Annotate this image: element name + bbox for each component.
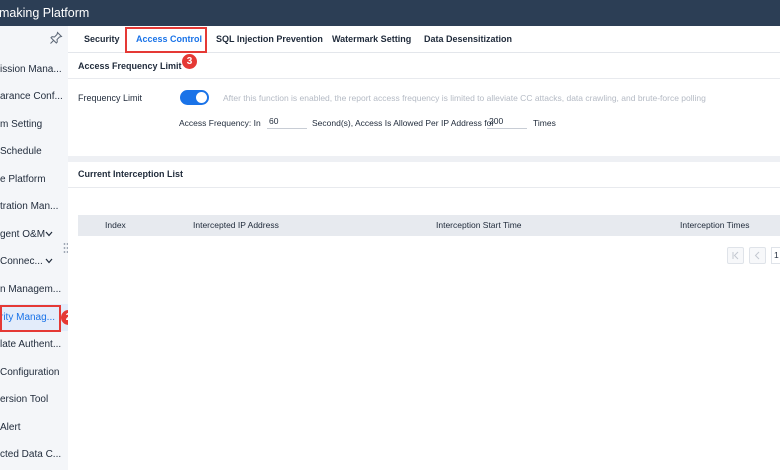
sidebar-item-label: late Authent... [0, 339, 62, 350]
sidebar-item-template-authentication[interactable]: late Authent... [0, 331, 68, 358]
prev-page-button[interactable] [749, 247, 766, 264]
sidebar-item-label: tration Man... [0, 201, 59, 212]
sidebar-item-connection[interactable]: Connec... [0, 248, 68, 275]
sidebar-item-label: Alert [0, 422, 21, 433]
first-page-icon [732, 251, 739, 260]
sidebar-item-label: gent O&M [0, 229, 46, 240]
sidebar-item-alert[interactable]: Alert [0, 414, 68, 441]
sidebar-item-permission-management[interactable]: ission Mana... [0, 56, 68, 83]
column-header-times: Interception Times [680, 220, 750, 230]
section-title-access-frequency: Access Frequency Limit [78, 61, 182, 71]
sidebar: ission Mana... arance Conf... m Setting … [0, 26, 68, 470]
tab-security[interactable]: Security [84, 26, 120, 53]
column-header-index: Index [105, 220, 126, 230]
chevron-down-icon [45, 231, 53, 237]
tab-data-desensitization[interactable]: Data Desensitization [424, 26, 512, 53]
sidebar-item-label: ission Mana... [0, 64, 62, 75]
tab-bar: Security Access Control SQL Injection Pr… [68, 26, 780, 53]
sidebar-item-label: e Platform [0, 174, 46, 185]
tab-sql-injection-prevention[interactable]: SQL Injection Prevention [216, 26, 323, 53]
sidebar-item-agent-om[interactable]: gent O&M [0, 221, 68, 248]
sidebar-item-label: Configuration [0, 367, 60, 378]
section-separator [68, 156, 780, 162]
access-allowed-text: Second(s), Access Is Allowed Per IP Addr… [312, 118, 495, 128]
sidebar-item-label: ersion Tool [0, 394, 49, 405]
toggle-knob [196, 92, 207, 103]
frequency-limit-hint: After this function is enabled, the repo… [223, 93, 706, 103]
sidebar-item-schedule[interactable]: Schedule [0, 138, 68, 165]
sidebar-item-label: n Managem... [0, 284, 62, 295]
sidebar-item-label: m Setting [0, 119, 43, 130]
interception-table-header: Index Intercepted IP Address Interceptio… [78, 215, 780, 236]
sidebar-item-security-management[interactable]: rity Manag... [0, 304, 68, 331]
tab-access-control[interactable]: Access Control [136, 26, 202, 53]
sidebar-item-label: Connec... [0, 256, 43, 267]
times-text: Times [533, 118, 556, 128]
access-frequency-in-text: Access Frequency: In [179, 118, 261, 128]
first-page-button[interactable] [727, 247, 744, 264]
sidebar-item-label: arance Conf... [0, 91, 63, 102]
sidebar-item-configuration[interactable]: Configuration [0, 359, 68, 386]
divider [68, 78, 780, 79]
column-header-ip-address: Intercepted IP Address [193, 220, 279, 230]
sidebar-item-label: cted Data C... [0, 449, 62, 460]
sidebar-item-data-collection[interactable]: cted Data C... [0, 441, 68, 468]
sidebar-item-system-setting[interactable]: m Setting [0, 111, 68, 138]
page-number[interactable]: 1 [771, 247, 780, 264]
frequency-limit-label: Frequency Limit [78, 93, 143, 103]
annotation-badge-tab: 3 [182, 54, 197, 69]
main-panel: Security Access Control SQL Injection Pr… [68, 26, 780, 470]
sidebar-item-management[interactable]: n Managem... [0, 276, 68, 303]
section-title-interception-list: Current Interception List [78, 169, 184, 179]
column-header-start-time: Interception Start Time [436, 220, 522, 230]
app-title: making Platform [0, 6, 90, 20]
chevron-down-icon [45, 258, 53, 264]
sidebar-item-platform[interactable]: e Platform [0, 166, 68, 193]
chevron-left-icon [754, 251, 760, 260]
sidebar-item-label: rity Manag... [0, 312, 56, 323]
seconds-input[interactable] [267, 114, 307, 129]
top-bar: making Platform [0, 0, 780, 26]
sidebar-item-label: Schedule [0, 146, 42, 157]
sidebar-item-version-tool[interactable]: ersion Tool [0, 386, 68, 413]
pin-icon[interactable] [49, 31, 63, 45]
frequency-limit-toggle[interactable] [180, 90, 209, 105]
sidebar-item-appearance-config[interactable]: arance Conf... [0, 83, 68, 110]
active-tab-indicator [134, 51, 200, 53]
sidebar-item-registration-management[interactable]: tration Man... [0, 193, 68, 220]
divider [68, 187, 780, 188]
tab-watermark-setting[interactable]: Watermark Setting [332, 26, 411, 53]
times-input[interactable] [487, 114, 527, 129]
